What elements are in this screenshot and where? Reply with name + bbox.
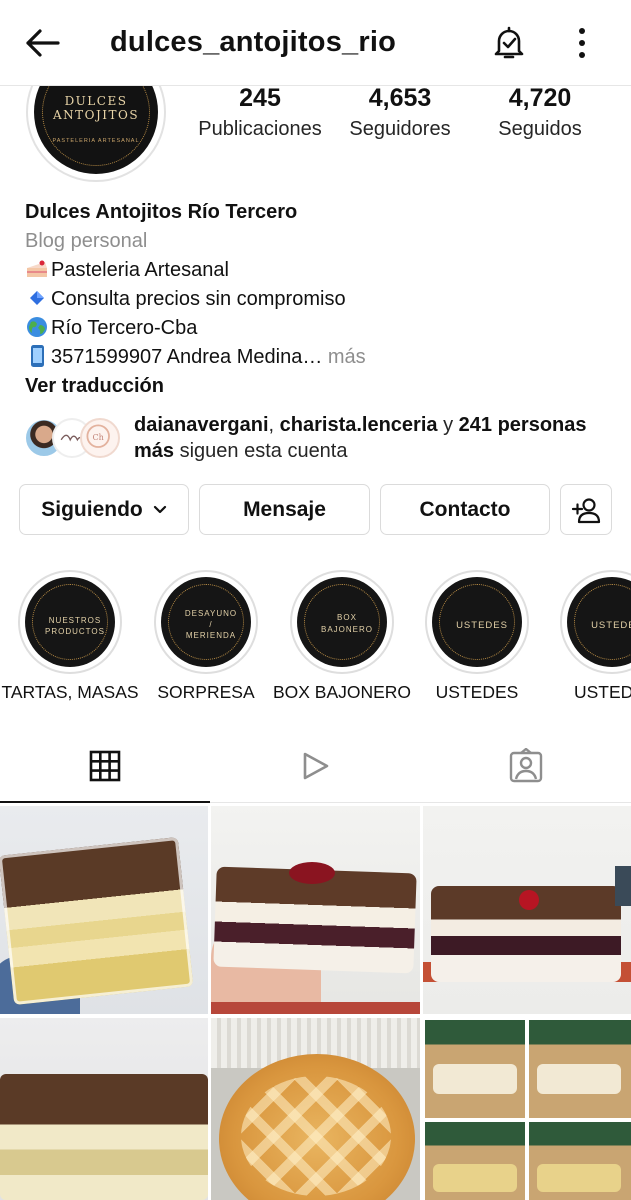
bio-line: 3571599907 Andrea Medina… más — [25, 343, 615, 372]
highlight-label: BOX BAJONERO — [272, 682, 412, 702]
tab-tagged[interactable] — [421, 730, 631, 802]
bio-line-text: 3571599907 Andrea Medina… — [51, 346, 323, 368]
post-thumbnail[interactable] — [0, 806, 208, 1014]
bio-line: Consulta precios sin compromiso — [25, 285, 615, 314]
mobile-phone-icon — [31, 345, 44, 367]
post-thumbnail[interactable] — [211, 806, 420, 1014]
mutual-followers-suffix: siguen esta cuenta — [174, 440, 348, 462]
mutual-follower-username[interactable]: daianavergani — [134, 414, 269, 436]
bio-line-text: Río Tercero-Cba — [51, 317, 198, 339]
mutual-followers-text: daianavergani, charista.lenceria y 241 p… — [134, 412, 624, 464]
following-button-label: Siguiendo — [41, 497, 143, 521]
separator-text: , — [268, 414, 280, 436]
tab-reels[interactable] — [210, 730, 420, 802]
suggested-accounts-button[interactable] — [560, 484, 612, 535]
chevron-down-icon — [153, 505, 166, 513]
followers-label: Seguidores — [349, 118, 451, 140]
conjunction-text: y — [437, 414, 459, 436]
following-button[interactable]: Siguiendo — [19, 484, 189, 535]
bio-line: Pasteleria Artesanal — [25, 256, 615, 285]
vertical-dots-icon[interactable] — [568, 26, 596, 60]
bio-line-text: Pasteleria Artesanal — [51, 259, 229, 281]
bio-line: Río Tercero-Cba — [25, 314, 615, 343]
highlight-label: TARTAS, MASAS — [1, 682, 139, 702]
highlight-cover-text: NUESTROS — [48, 616, 102, 625]
highlight-cover-text: DESAYUNO — [184, 609, 238, 618]
highlight-label: USTEDES — [574, 682, 631, 702]
profile-category: Blog personal — [25, 230, 148, 252]
mutual-followers[interactable]: Ch daianavergani, charista.lenceria y 24… — [24, 412, 624, 464]
highlight-cover-text: PRODUCTOS — [45, 627, 105, 636]
highlight-cover-text: MERIENDA — [185, 631, 237, 640]
blue-diamond-icon — [30, 291, 44, 305]
highlight-cover-text: USTEDES — [591, 620, 631, 631]
stat-followers[interactable]: 4,653 Seguidores — [330, 84, 470, 141]
arrow-left-icon[interactable] — [22, 26, 62, 60]
stat-posts[interactable]: 245 Publicaciones — [190, 84, 330, 141]
stat-following[interactable]: 4,720 Seguidos — [470, 84, 610, 141]
post-thumbnail[interactable] — [211, 1018, 420, 1200]
posts-count: 245 — [239, 84, 281, 112]
tab-posts-grid[interactable] — [0, 730, 210, 803]
story-highlight[interactable]: USTEDES USTEDES — [552, 570, 631, 710]
followers-count: 4,653 — [368, 84, 432, 112]
message-button[interactable]: Mensaje — [199, 484, 370, 535]
tagged-person-icon — [509, 748, 543, 783]
following-count: 4,720 — [508, 84, 572, 112]
grid-icon — [89, 750, 121, 781]
top-bar: dulces_antojitos_rio — [0, 0, 631, 86]
highlight-cover-text: BAJONERO — [320, 625, 373, 634]
posts-label: Publicaciones — [198, 118, 322, 140]
highlight-cover-text: BOX — [337, 613, 357, 622]
add-person-icon — [571, 497, 601, 523]
profile-username: dulces_antojitos_rio — [110, 26, 397, 58]
mutual-follower-username[interactable]: charista.lenceria — [280, 414, 438, 436]
post-thumbnail[interactable] — [423, 806, 631, 1014]
cake-slice-icon — [27, 260, 47, 277]
bio-line-text: Consulta precios sin compromiso — [51, 288, 346, 310]
avatar-logo-line1: DULCES — [64, 94, 128, 108]
reels-play-icon — [303, 752, 329, 780]
globe-icon — [27, 317, 47, 337]
profile-display-name: Dulces Antojitos Río Tercero — [25, 201, 298, 223]
see-translation-link[interactable]: Ver traducción — [25, 372, 615, 401]
highlight-label: USTEDES — [435, 682, 519, 702]
message-button-label: Mensaje — [243, 497, 326, 521]
bell-check-icon[interactable] — [490, 24, 528, 62]
contact-button-label: Contacto — [419, 497, 511, 521]
avatar: Ch — [80, 418, 120, 458]
highlight-cover-text: / — [209, 620, 213, 629]
highlight-label: SORPRESA — [157, 682, 255, 702]
svg-text:Ch: Ch — [93, 432, 104, 442]
post-thumbnail[interactable] — [0, 1018, 208, 1200]
following-label: Seguidos — [498, 118, 582, 140]
profile-tabs — [0, 730, 631, 803]
profile-bio: Dulces Antojitos Río Tercero Blog person… — [25, 198, 615, 401]
avatar-logo-line3: PASTELERIA ARTESANAL — [52, 138, 140, 144]
post-thumbnail[interactable] — [423, 1018, 631, 1200]
contact-button[interactable]: Contacto — [380, 484, 550, 535]
bio-more-link[interactable]: más — [322, 346, 366, 368]
highlight-cover-text: USTEDES — [456, 620, 508, 631]
avatar-logo-line2: ANTOJITOS — [52, 108, 140, 122]
